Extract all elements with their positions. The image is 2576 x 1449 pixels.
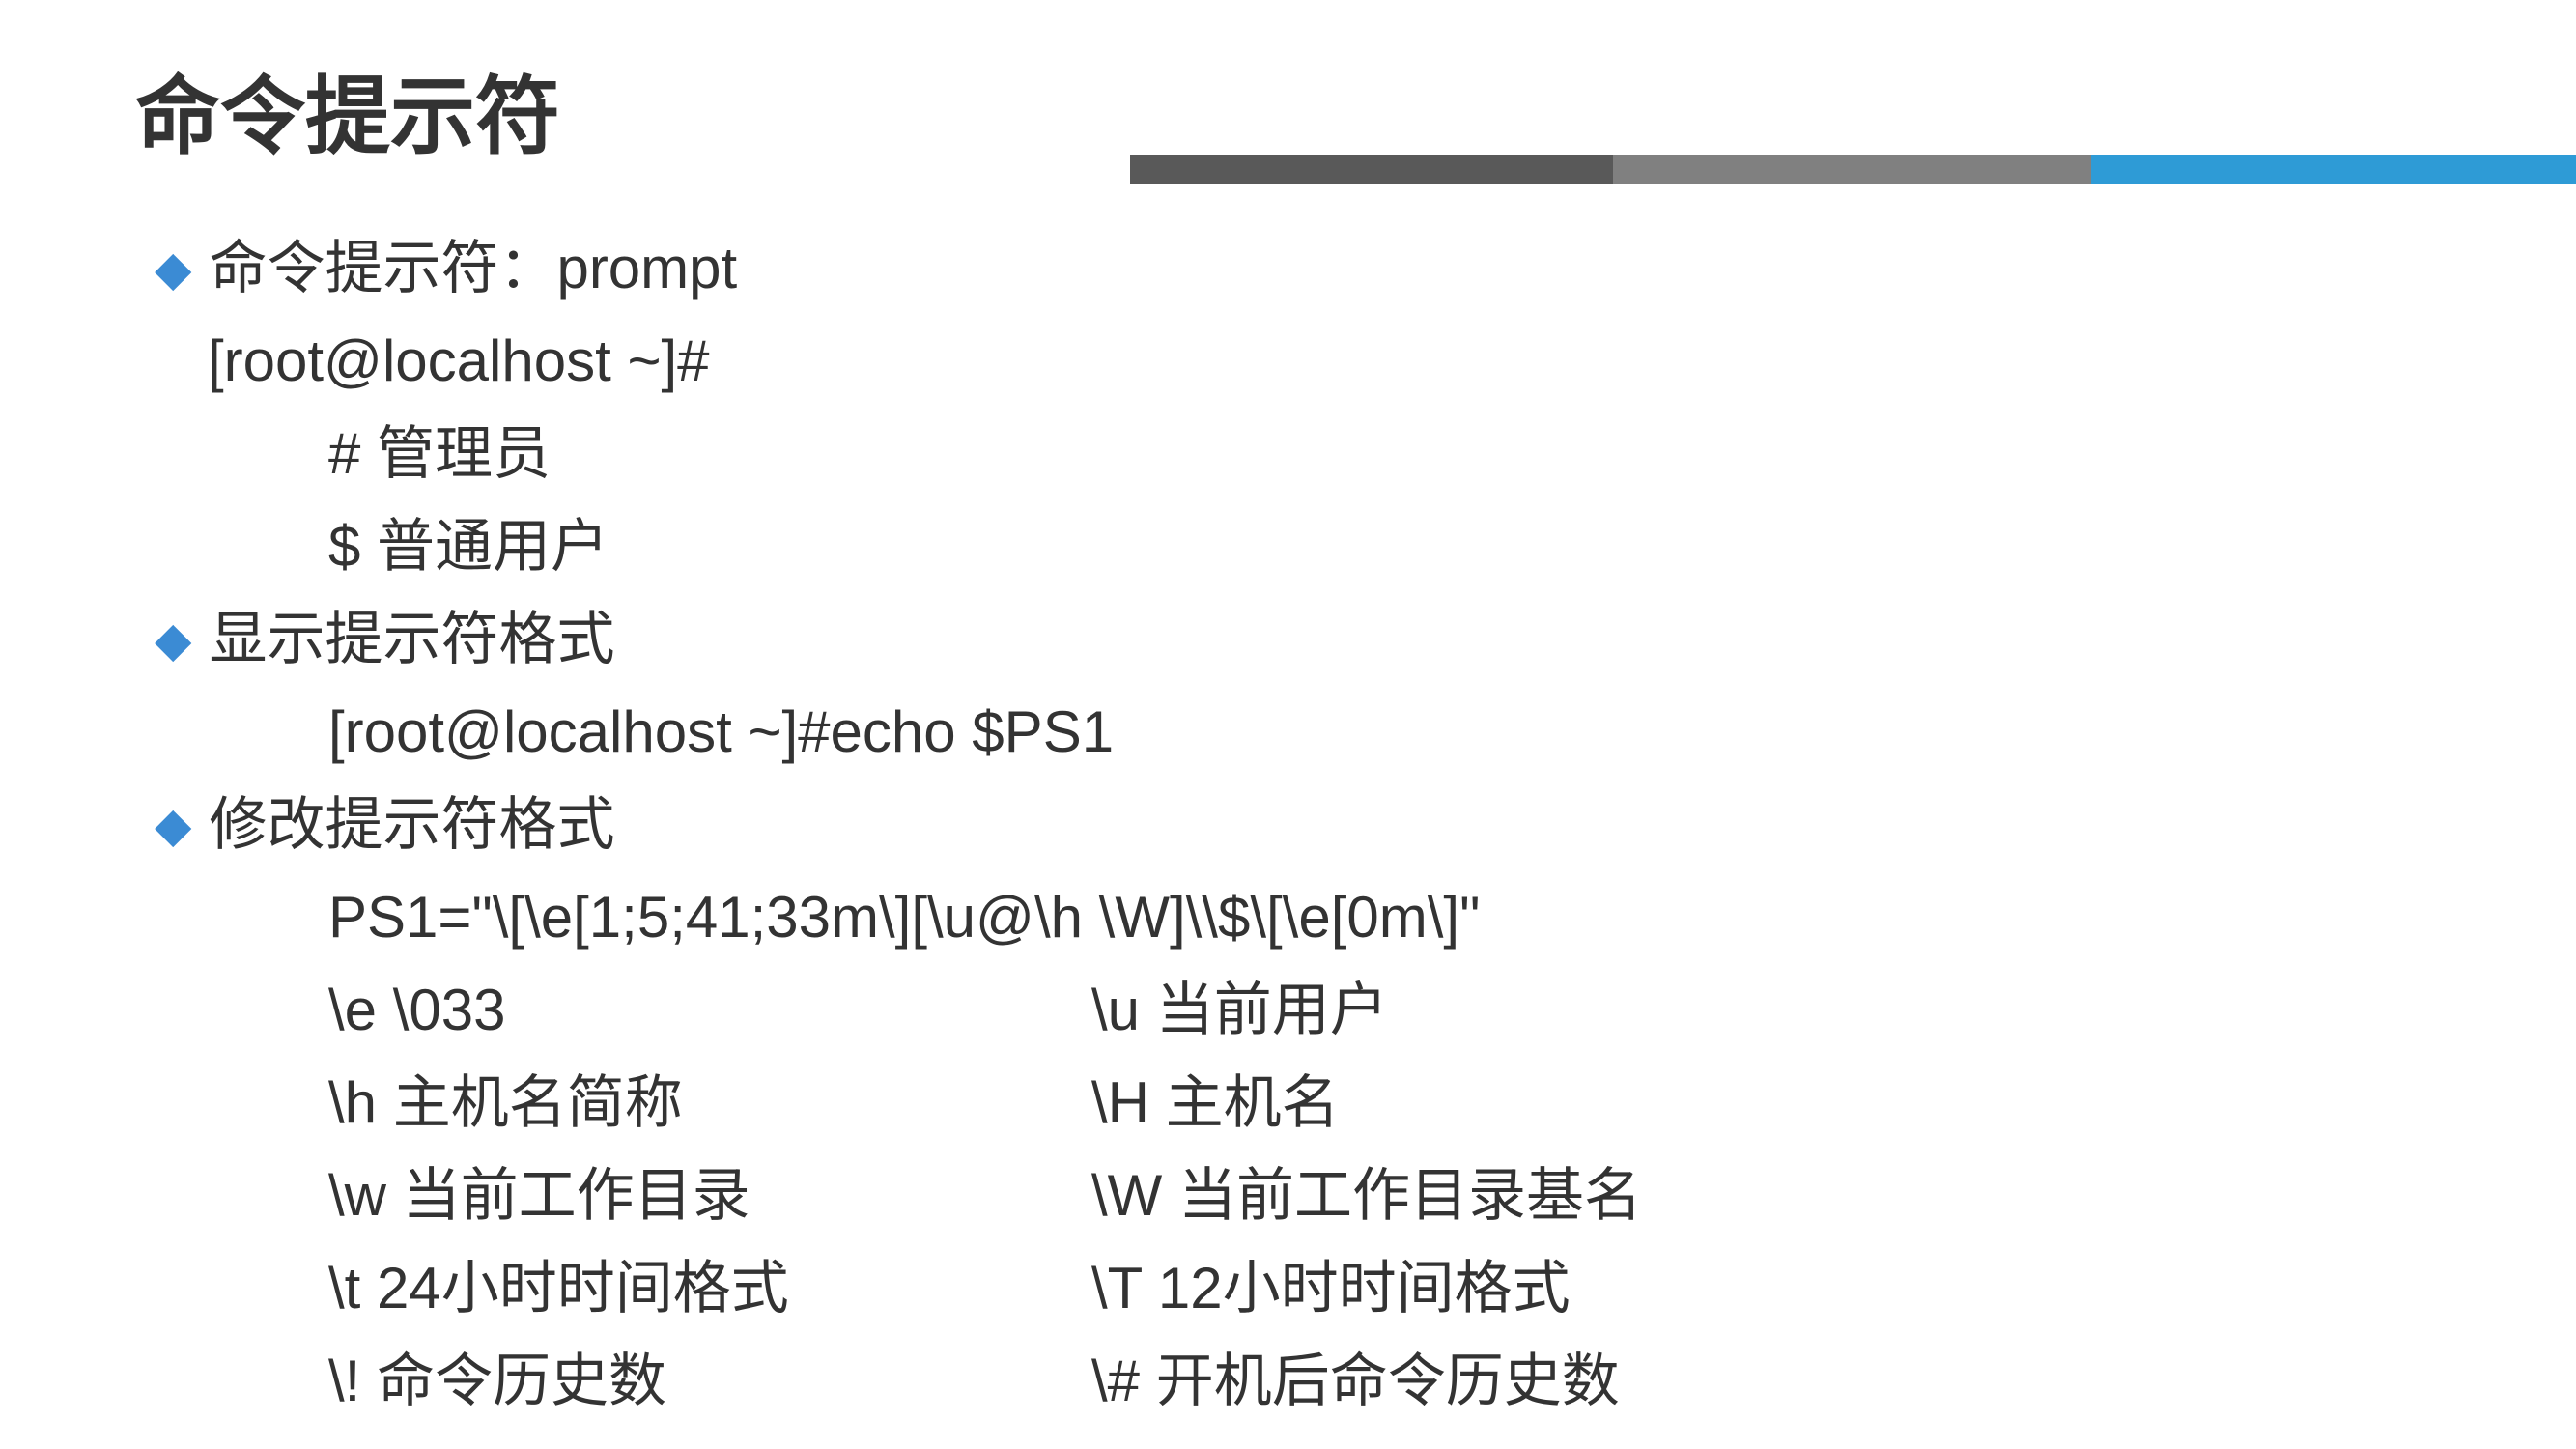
row3-right: \W 当前工作目录基名	[1091, 1150, 1642, 1242]
section2-heading: 显示提示符格式	[209, 593, 614, 686]
section2-line1: [root@localhost ~]#echo $PS1	[155, 686, 1642, 779]
row5-left: \! 命令历史数	[328, 1335, 1091, 1428]
section1-line2: # 管理员	[155, 408, 1642, 500]
section1-line3: $ 普通用户	[155, 500, 1642, 593]
section3-line1: PS1="\[\e[1;5;41;33m\][\u@\h \W]\\$\[\e[…	[155, 871, 1642, 964]
bullet-section-2: ◆ 显示提示符格式	[155, 593, 1642, 686]
accent-bar-dark	[1130, 155, 1613, 184]
row1-left: \e \033	[328, 964, 1091, 1057]
bullet-section-1: ◆ 命令提示符：prompt	[155, 222, 1642, 315]
accent-bar-gray	[1613, 155, 2091, 184]
diamond-icon: ◆	[155, 230, 191, 307]
row3-left: \w 当前工作目录	[328, 1150, 1091, 1242]
row5-right: \# 开机后命令历史数	[1091, 1335, 1642, 1428]
section1-line1: [root@localhost ~]#	[155, 315, 1642, 408]
row2-right: \H 主机名	[1091, 1057, 1642, 1150]
accent-bar-blue	[2091, 155, 2576, 184]
diamond-icon: ◆	[155, 786, 191, 864]
row4-right: \T 12小时时间格式	[1091, 1242, 1642, 1335]
bullet-section-3: ◆ 修改提示符格式	[155, 779, 1642, 871]
escape-row-4: \t 24小时时间格式 \T 12小时时间格式	[155, 1242, 1642, 1335]
slide-title: 命令提示符	[135, 48, 560, 171]
diamond-icon: ◆	[155, 601, 191, 678]
escape-row-2: \h 主机名简称 \H 主机名	[155, 1057, 1642, 1150]
escape-row-5: \! 命令历史数 \# 开机后命令历史数	[155, 1335, 1642, 1428]
section1-heading: 命令提示符：prompt	[209, 222, 737, 315]
row2-left: \h 主机名简称	[328, 1057, 1091, 1150]
row1-right: \u 当前用户	[1091, 964, 1642, 1057]
escape-row-3: \w 当前工作目录 \W 当前工作目录基名	[155, 1150, 1642, 1242]
accent-bars	[1130, 155, 2576, 184]
escape-row-1: \e \033 \u 当前用户	[155, 964, 1642, 1057]
section3-heading: 修改提示符格式	[209, 779, 614, 871]
row4-left: \t 24小时时间格式	[328, 1242, 1091, 1335]
slide-content: ◆ 命令提示符：prompt [root@localhost ~]# # 管理员…	[155, 222, 1642, 1428]
